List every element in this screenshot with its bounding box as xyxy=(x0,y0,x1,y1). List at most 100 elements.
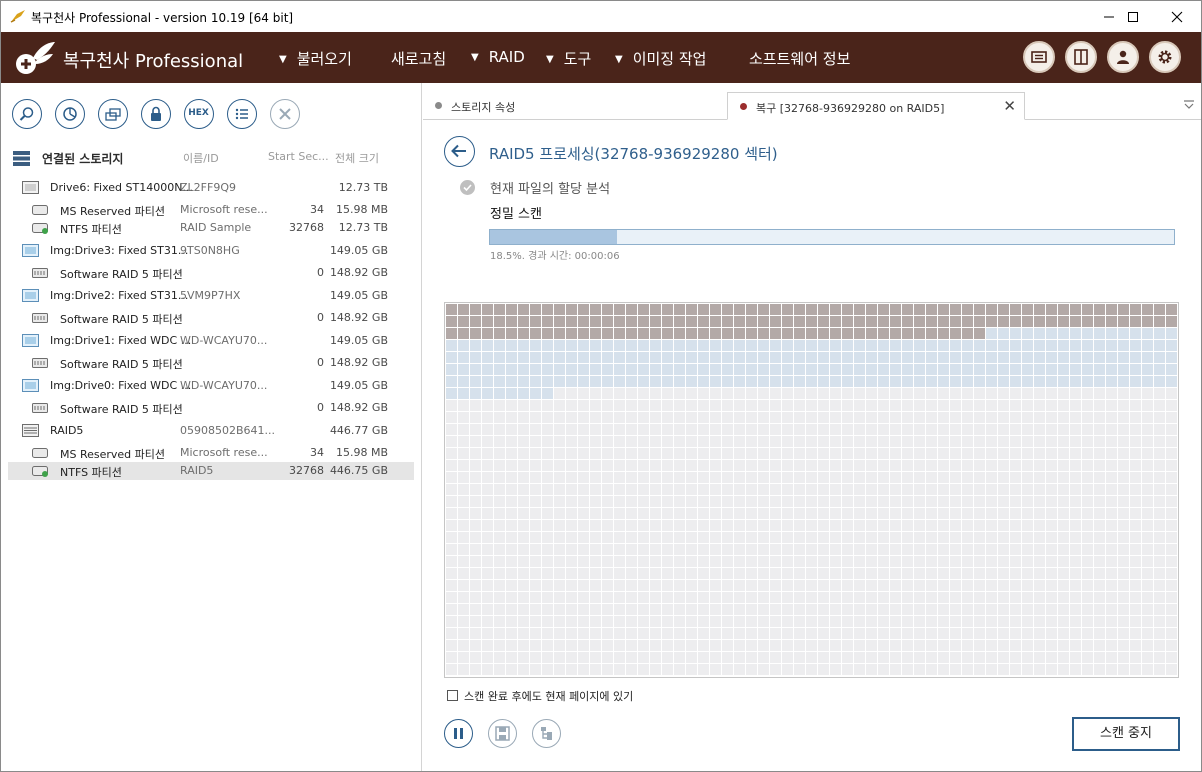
sector-cell xyxy=(1106,496,1117,507)
tab-menu-icon[interactable] xyxy=(1183,99,1195,109)
storage-row[interactable]: MS Reserved 파티션 Microsoft rese... 34 15.98 … xyxy=(8,201,414,219)
sector-cell xyxy=(830,472,841,483)
tab-recovery[interactable]: 복구 [32768-936929280 on RAID5] ✕ xyxy=(727,92,1025,120)
sector-cell xyxy=(1022,472,1033,483)
sector-cell xyxy=(866,436,877,447)
sector-cell xyxy=(770,616,781,627)
sector-cell xyxy=(878,316,889,327)
sector-cell xyxy=(866,376,877,387)
log-button[interactable] xyxy=(1023,41,1055,73)
lock-tool-button[interactable] xyxy=(141,99,171,129)
sector-cell xyxy=(578,412,589,423)
sector-cell xyxy=(734,364,745,375)
sector-cell xyxy=(626,388,637,399)
storage-row[interactable]: Img:Drive3: Fixed ST31... 9TS0N8HG 149.05 … xyxy=(8,242,414,260)
sector-cell xyxy=(650,532,661,543)
close-window-button[interactable] xyxy=(1154,1,1200,32)
menu-tools[interactable]: ▼ 도구 xyxy=(546,48,591,69)
storage-row[interactable]: Img:Drive0: Fixed WDC ... WD-WCAYU70... 14… xyxy=(8,377,414,395)
stay-on-page-checkbox[interactable]: 스캔 완료 후에도 현재 페이지에 있기 xyxy=(447,688,633,704)
sector-cell xyxy=(494,520,505,531)
sector-cell xyxy=(602,484,613,495)
sector-cell xyxy=(914,472,925,483)
close-tab-icon[interactable]: ✕ xyxy=(1003,97,1016,115)
sector-cell xyxy=(494,484,505,495)
sector-cell xyxy=(986,400,997,411)
sector-cell xyxy=(1022,532,1033,543)
sector-cell xyxy=(734,652,745,663)
menu-raid[interactable]: ▼ RAID xyxy=(471,48,525,66)
storage-row-id: Microsoft rese... xyxy=(180,203,268,216)
sector-cell xyxy=(890,364,901,375)
sector-cell xyxy=(950,520,961,531)
panel-toggle-button[interactable] xyxy=(1065,41,1097,73)
storage-row[interactable]: Software RAID 5 파티션 0 148.92 GB xyxy=(8,309,414,327)
storage-row[interactable]: NTFS 파티션 RAID5 32768 446.75 GB xyxy=(8,462,414,480)
sector-cell xyxy=(458,424,469,435)
checkbox-box[interactable] xyxy=(447,690,458,701)
show-files-button[interactable] xyxy=(532,719,561,748)
sector-cell xyxy=(446,316,457,327)
sector-cell xyxy=(446,592,457,603)
maximize-button[interactable] xyxy=(1110,1,1156,32)
sector-cell xyxy=(1142,568,1153,579)
pause-button[interactable] xyxy=(444,719,473,748)
sector-cell xyxy=(710,568,721,579)
sector-cell xyxy=(506,592,517,603)
hex-tool-button[interactable]: HEX xyxy=(184,99,214,129)
menu-refresh-label: 새로고침 xyxy=(391,50,447,68)
sector-cell xyxy=(614,304,625,315)
column-id[interactable]: 이름/ID xyxy=(183,150,219,168)
sector-cell xyxy=(902,448,913,459)
sector-cell xyxy=(602,376,613,387)
sector-cell xyxy=(1166,544,1177,555)
menu-refresh[interactable]: 새로고침 xyxy=(391,48,446,69)
search-tool-button[interactable] xyxy=(12,99,42,129)
storage-row[interactable]: Software RAID 5 파티션 0 148.92 GB xyxy=(8,264,414,282)
storage-row[interactable]: Img:Drive1: Fixed WDC ... WD-WCAYU70... 14… xyxy=(8,332,414,350)
tab-storage-properties[interactable]: 스토리지 속성 xyxy=(423,92,727,120)
storage-row[interactable]: Img:Drive2: Fixed ST31... 5VM9P7HX 149.05 … xyxy=(8,287,414,305)
sector-cell xyxy=(806,640,817,651)
storage-row[interactable]: MS Reserved 파티션 Microsoft rese... 34 15.98 … xyxy=(8,444,414,462)
sector-cell xyxy=(950,352,961,363)
settings-button[interactable] xyxy=(1149,41,1181,73)
storage-row-start: 32768 xyxy=(289,221,324,234)
storage-row[interactable]: RAID5 05908502B641... 446.77 GB xyxy=(8,422,414,440)
storage-row[interactable]: NTFS 파티션 RAID Sample 32768 12.73 TB xyxy=(8,219,414,237)
account-button[interactable] xyxy=(1107,41,1139,73)
close-tool-button[interactable] xyxy=(270,99,300,129)
sector-cell xyxy=(830,412,841,423)
save-scan-button[interactable] xyxy=(488,719,517,748)
back-button[interactable] xyxy=(444,136,475,167)
stop-scan-button[interactable]: 스캔 중지 xyxy=(1072,717,1180,751)
sector-cell xyxy=(578,628,589,639)
list-tool-button[interactable] xyxy=(227,99,257,129)
menu-imaging[interactable]: ▼ 이미징 작업 xyxy=(615,48,706,69)
sector-cell xyxy=(938,388,949,399)
menu-load[interactable]: ▼ 불러오기 xyxy=(279,48,352,69)
sector-cell xyxy=(1154,352,1165,363)
sector-cell xyxy=(590,652,601,663)
sector-cell xyxy=(1166,508,1177,519)
menu-about[interactable]: 소프트웨어 정보 xyxy=(749,48,850,69)
column-size[interactable]: 전체 크기 xyxy=(335,150,379,168)
sector-cell xyxy=(962,400,973,411)
sector-cell xyxy=(1130,328,1141,339)
scan-tool-button[interactable] xyxy=(55,99,85,129)
sector-cell xyxy=(1106,328,1117,339)
sector-cell xyxy=(698,364,709,375)
sector-cell xyxy=(566,436,577,447)
column-start[interactable]: Start Sec... xyxy=(268,150,329,168)
sector-cell xyxy=(614,424,625,435)
sector-cell xyxy=(854,400,865,411)
sector-cell xyxy=(566,508,577,519)
sector-cell xyxy=(1034,628,1045,639)
image-tool-button[interactable] xyxy=(98,99,128,129)
sector-cell xyxy=(494,352,505,363)
storage-row[interactable]: Drive6: Fixed ST14000N... ZL2FF9Q9 12.73 T… xyxy=(8,179,414,197)
storage-row[interactable]: Software RAID 5 파티션 0 148.92 GB xyxy=(8,354,414,372)
sector-cell xyxy=(590,496,601,507)
storage-row[interactable]: Software RAID 5 파티션 0 148.92 GB xyxy=(8,399,414,417)
sector-cell xyxy=(1082,460,1093,471)
